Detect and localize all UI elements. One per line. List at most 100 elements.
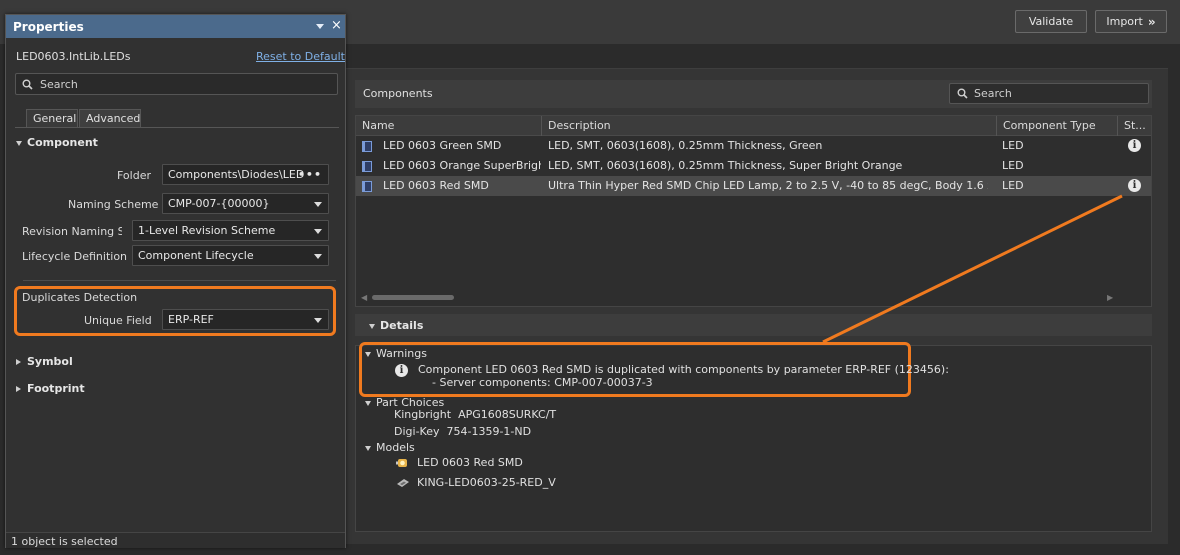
models-node[interactable]: Models xyxy=(365,441,415,454)
vendor-part-number: APG1608SURKC/T xyxy=(458,408,557,421)
row-name: LED 0603 Green SMD xyxy=(383,139,502,152)
import-label: Import xyxy=(1106,15,1143,28)
validate-button[interactable]: Validate xyxy=(1015,10,1087,33)
row-description: Ultra Thin Hyper Red SMD Chip LED Lamp, … xyxy=(548,179,988,192)
tab-advanced[interactable]: Advanced xyxy=(79,109,141,127)
component-icon xyxy=(362,161,372,172)
details-title-text: Details xyxy=(380,319,424,332)
info-icon[interactable]: i xyxy=(1128,179,1141,192)
scrollbar-thumb[interactable] xyxy=(372,295,454,300)
model-name: LED 0603 Red SMD xyxy=(417,456,523,469)
vendor-name: Kingbright xyxy=(394,408,452,421)
row-description: LED, SMT, 0603(1608), 0.25mm Thickness, … xyxy=(548,139,823,152)
properties-search-input[interactable]: Search xyxy=(15,73,338,95)
components-grid: Name Description Component Type St... LE… xyxy=(355,115,1152,307)
vendor-part-number: 754-1359-1-ND xyxy=(446,425,532,438)
row-name: LED 0603 Orange SuperBright xyxy=(383,159,541,172)
footprint-model-icon xyxy=(397,479,409,487)
status-text: 1 object is selected xyxy=(11,535,118,548)
collapse-triangle-icon xyxy=(365,400,371,406)
revision-naming-label: Revision Naming Sc xyxy=(22,225,122,238)
scroll-left-icon[interactable]: ◀ xyxy=(361,293,367,302)
properties-panel: Properties × LED0603.IntLib.LEDs Reset t… xyxy=(5,14,346,548)
row-type: LED xyxy=(1002,179,1024,192)
chevron-down-icon xyxy=(314,254,322,259)
folder-label: Folder xyxy=(117,169,151,182)
chevron-down-icon xyxy=(314,229,322,234)
row-description: LED, SMT, 0603(1608), 0.25mm Thickness, … xyxy=(548,159,903,172)
search-icon xyxy=(22,79,33,90)
components-header: Components Search xyxy=(355,80,1152,108)
warning-message-line-1: Component LED 0603 Red SMD is duplicated… xyxy=(418,363,949,376)
import-button[interactable]: Import » xyxy=(1095,10,1167,33)
warnings-label: Warnings xyxy=(376,347,427,360)
details-header[interactable]: Details xyxy=(355,314,1152,336)
tab-general[interactable]: General xyxy=(26,109,78,127)
model-name: KING-LED0603-25-RED_V xyxy=(417,476,556,489)
column-header-status[interactable]: St... xyxy=(1118,116,1151,136)
row-type: LED xyxy=(1002,139,1024,152)
model-item[interactable]: KING-LED0603-25-RED_V xyxy=(396,476,556,489)
lifecycle-definition-label: Lifecycle Definition xyxy=(22,250,128,263)
column-header-component-type[interactable]: Component Type xyxy=(997,116,1118,136)
status-bar: 1 object is selected xyxy=(6,532,345,548)
column-header-description[interactable]: Description xyxy=(542,116,997,136)
revision-naming-value: 1-Level Revision Scheme xyxy=(138,224,276,237)
symbol-section-header[interactable]: Symbol xyxy=(16,355,73,368)
properties-search-placeholder: Search xyxy=(40,77,78,91)
library-name: LED0603.IntLib.LEDs xyxy=(16,50,131,63)
table-row[interactable]: LED 0603 Orange SuperBright LED, SMT, 06… xyxy=(356,156,1151,176)
chevron-down-icon xyxy=(314,202,322,207)
component-section-label: Component xyxy=(27,136,98,149)
grid-header: Name Description Component Type St... xyxy=(356,116,1151,136)
components-title: Components xyxy=(363,87,433,100)
section-divider xyxy=(23,280,336,281)
info-icon: i xyxy=(395,364,408,377)
lifecycle-definition-dropdown[interactable]: Component Lifecycle xyxy=(132,245,329,266)
naming-scheme-label: Naming Scheme xyxy=(68,198,159,211)
component-icon xyxy=(362,141,372,152)
horizontal-scrollbar[interactable]: ◀ ▶ xyxy=(356,290,1151,306)
collapse-triangle-icon xyxy=(16,140,22,146)
folder-field[interactable]: Components\Diodes\LED ••• xyxy=(162,164,329,185)
lifecycle-definition-value: Component Lifecycle xyxy=(138,249,254,262)
details-title: Details xyxy=(369,319,423,332)
naming-scheme-dropdown[interactable]: CMP-007-{00000} xyxy=(162,193,329,214)
components-search-placeholder: Search xyxy=(974,87,1012,100)
validate-label: Validate xyxy=(1028,15,1074,28)
info-icon[interactable]: i xyxy=(1128,139,1141,152)
naming-scheme-value: CMP-007-{00000} xyxy=(168,197,270,210)
models-label: Models xyxy=(376,441,415,454)
expand-triangle-icon xyxy=(16,359,21,365)
expand-triangle-icon xyxy=(16,386,21,392)
scroll-right-icon[interactable]: ▶ xyxy=(1107,293,1113,302)
components-search-input[interactable]: Search xyxy=(949,83,1149,104)
collapse-triangle-icon xyxy=(365,351,371,357)
folder-value: Components\Diodes\LED xyxy=(168,168,305,181)
model-item[interactable]: LED 0603 Red SMD xyxy=(396,456,523,469)
table-row[interactable]: LED 0603 Green SMD LED, SMT, 0603(1608),… xyxy=(356,136,1151,156)
warnings-node[interactable]: Warnings xyxy=(365,347,427,360)
part-choice-item: Digi-Key 754-1359-1-ND xyxy=(394,425,531,438)
vendor-name: Digi-Key xyxy=(394,425,440,438)
panel-titlebar: Properties × xyxy=(6,15,345,38)
double-chevron-right-icon: » xyxy=(1147,14,1156,29)
footprint-section-label: Footprint xyxy=(27,382,85,395)
tab-divider xyxy=(15,127,339,128)
row-type: LED xyxy=(1002,159,1024,172)
symbol-section-label: Symbol xyxy=(27,355,73,368)
reset-to-default-link[interactable]: Reset to Default xyxy=(256,50,345,63)
collapse-triangle-icon xyxy=(365,445,371,451)
column-header-name[interactable]: Name xyxy=(356,116,542,136)
table-row-selected[interactable]: LED 0603 Red SMD Ultra Thin Hyper Red SM… xyxy=(356,176,1151,196)
revision-naming-dropdown[interactable]: 1-Level Revision Scheme xyxy=(132,220,329,241)
search-icon xyxy=(957,88,968,99)
footprint-section-header[interactable]: Footprint xyxy=(16,382,85,395)
warning-highlight-box: Warnings i Component LED 0603 Red SMD is… xyxy=(359,342,949,397)
component-section-header[interactable]: Component xyxy=(16,136,98,149)
duplicates-highlight-box xyxy=(14,286,336,336)
browse-ellipsis-icon[interactable]: ••• xyxy=(298,165,322,184)
part-choice-item: Kingbright APG1608SURKC/T xyxy=(394,408,556,421)
panel-menu-icon[interactable] xyxy=(316,24,324,29)
close-icon[interactable]: × xyxy=(331,18,342,33)
